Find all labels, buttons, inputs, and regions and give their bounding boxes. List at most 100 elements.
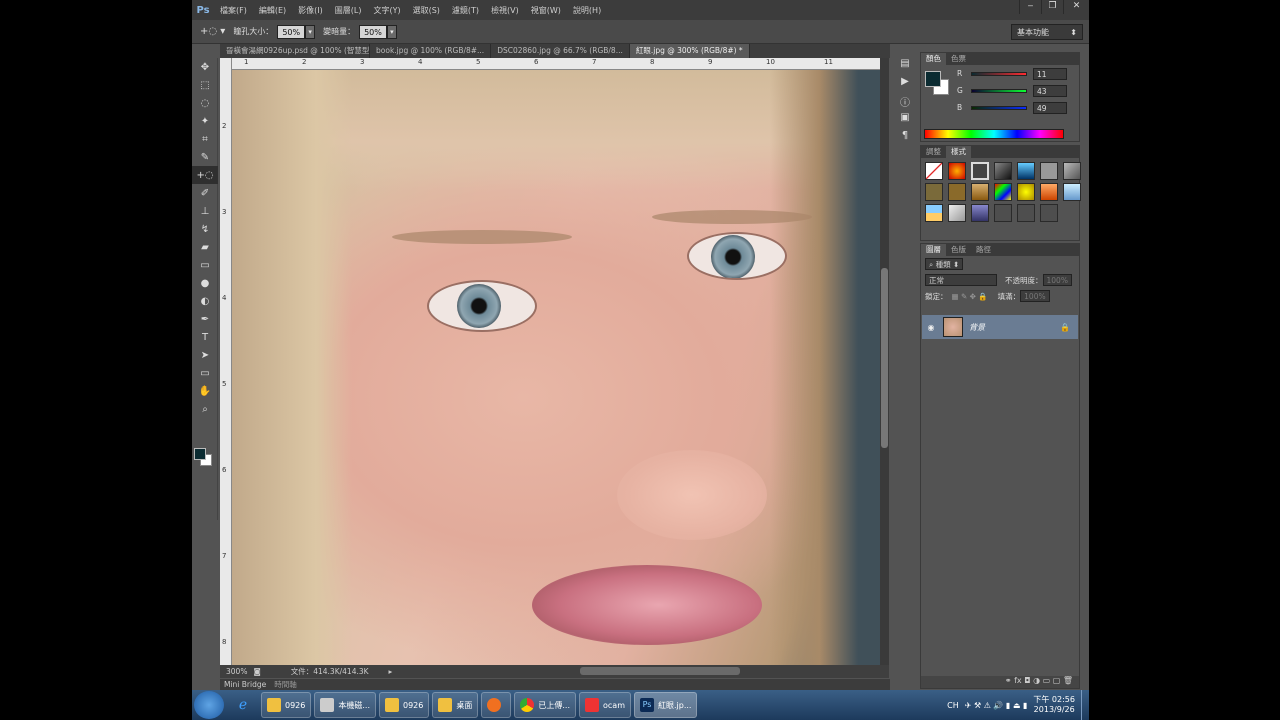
hand-tool-icon[interactable]: ✋ xyxy=(192,382,218,400)
mask-icon[interactable]: ◘ xyxy=(1024,676,1030,685)
tab-document-book[interactable]: book.jpg @ 100% (RGB/8#... xyxy=(370,44,492,58)
gradient-tool-icon[interactable]: ▭ xyxy=(192,256,218,274)
close-button[interactable]: ✕ xyxy=(1063,0,1089,14)
lasso-tool-icon[interactable]: ◌ xyxy=(192,94,218,112)
color-spectrum-bar[interactable] xyxy=(924,129,1064,139)
restore-button[interactable]: ❐ xyxy=(1041,0,1063,14)
info-panel-icon[interactable]: ⓘ xyxy=(893,94,917,112)
style-swatch[interactable] xyxy=(994,204,1012,222)
workspace-select[interactable]: 基本功能 ⬍ xyxy=(1011,24,1083,40)
darken-amount-input[interactable]: 50% xyxy=(359,24,387,39)
tab-adjustments[interactable]: 調整 xyxy=(921,146,946,158)
minimize-button[interactable]: ‒ xyxy=(1019,0,1041,14)
style-swatch[interactable] xyxy=(971,204,989,222)
fx-icon[interactable]: fx xyxy=(1014,676,1022,685)
dodge-tool-icon[interactable]: ◐ xyxy=(192,292,218,310)
taskbar-item-0926-b[interactable]: 0926 xyxy=(379,692,430,718)
eyedropper-tool-icon[interactable]: ✎ xyxy=(192,148,218,166)
horizontal-scrollbar-thumb[interactable] xyxy=(580,667,740,675)
adjustment-icon[interactable]: ◑ xyxy=(1033,676,1040,685)
tab-document-dsc[interactable]: DSC02860.jpg @ 66.7% (RGB/8... xyxy=(491,44,630,58)
blend-mode-select[interactable]: 正常 xyxy=(925,274,997,286)
taskbar-item-drive[interactable]: 本機磁... xyxy=(314,692,376,718)
zoom-tool-icon[interactable]: ⌕ xyxy=(192,400,218,418)
menu-help[interactable]: 說明(H) xyxy=(567,5,607,16)
style-swatch[interactable] xyxy=(1017,204,1035,222)
taskbar-item-chrome[interactable]: 已上傳... xyxy=(514,692,576,718)
menu-image[interactable]: 影像(I) xyxy=(292,5,329,16)
crop-tool-icon[interactable]: ⌗ xyxy=(192,130,218,148)
link-layers-icon[interactable]: ⚭ xyxy=(1005,676,1012,685)
menu-file[interactable]: 檔案(F) xyxy=(214,5,253,16)
menu-view[interactable]: 檢視(V) xyxy=(485,5,525,16)
style-swatch[interactable] xyxy=(1040,204,1058,222)
green-input[interactable]: 43 xyxy=(1033,84,1067,97)
style-swatch[interactable] xyxy=(948,162,966,180)
tab-document-redeye[interactable]: 紅眼.jpg @ 300% (RGB/8#) * xyxy=(629,44,750,58)
redeye-tool-icon-button[interactable]: +◌ xyxy=(192,166,218,184)
paragraph-panel-icon[interactable]: ¶ xyxy=(893,130,917,148)
layer-filter-select[interactable]: ⌕ 種類 ⬍ xyxy=(925,258,964,270)
tab-channels[interactable]: 色版 xyxy=(946,244,971,256)
shape-tool-icon[interactable]: ▭ xyxy=(192,364,218,382)
type-tool-icon[interactable]: T xyxy=(192,328,218,346)
menu-window[interactable]: 視窗(W) xyxy=(525,5,567,16)
menu-edit[interactable]: 編輯(E) xyxy=(253,5,292,16)
marquee-tool-icon[interactable]: ⬚ xyxy=(192,76,218,94)
menu-type[interactable]: 文字(Y) xyxy=(367,5,406,16)
opacity-input[interactable]: 100% xyxy=(1042,274,1072,286)
zoom-level[interactable]: 300% xyxy=(220,667,253,676)
document-canvas[interactable] xyxy=(232,70,880,665)
blue-input[interactable]: 49 xyxy=(1033,101,1067,114)
green-slider[interactable] xyxy=(971,88,1027,93)
style-swatch[interactable] xyxy=(994,162,1012,180)
tab-document-psd[interactable]: 晉橫會湯網0926up.psd @ 100% (智慧型圖層, CMYK/8... xyxy=(220,44,370,58)
clock[interactable]: 下午 02:56 2013/9/26 xyxy=(1033,695,1075,715)
scrollbar-thumb[interactable] xyxy=(881,268,888,448)
tab-styles[interactable]: 樣式 xyxy=(946,146,971,158)
redeye-tool-icon[interactable]: +◌ ▾ xyxy=(200,26,225,37)
history-panel-icon[interactable]: ▤ xyxy=(893,58,917,76)
style-swatch[interactable] xyxy=(925,162,943,180)
tab-layers[interactable]: 圖層 xyxy=(921,244,946,256)
style-swatch[interactable] xyxy=(925,183,943,201)
style-swatch[interactable] xyxy=(971,162,989,180)
style-swatch[interactable] xyxy=(1040,183,1058,201)
new-layer-icon[interactable]: ▢ xyxy=(1053,676,1061,685)
path-select-tool-icon[interactable]: ➤ xyxy=(192,346,218,364)
eye-icon[interactable]: ◉ xyxy=(922,323,940,332)
tab-swatches[interactable]: 色票 xyxy=(946,53,971,65)
blue-slider[interactable] xyxy=(971,105,1027,110)
menu-layer[interactable]: 圖層(L) xyxy=(329,5,368,16)
status-menu-icon[interactable]: ◙ xyxy=(253,667,260,676)
properties-panel-icon[interactable]: ▣ xyxy=(893,112,917,130)
history-brush-tool-icon[interactable]: ↯ xyxy=(192,220,218,238)
start-button[interactable] xyxy=(194,691,224,719)
trash-icon[interactable]: 🗑 xyxy=(1063,676,1073,685)
fill-input[interactable]: 100% xyxy=(1020,290,1050,302)
ime-indicator[interactable]: CH xyxy=(947,701,959,710)
lock-icons[interactable]: ▦ ✎ ✥ 🔒 xyxy=(952,292,988,301)
stamp-tool-icon[interactable]: ⊥ xyxy=(192,202,218,220)
style-swatch[interactable] xyxy=(1017,183,1035,201)
style-swatch[interactable] xyxy=(971,183,989,201)
group-icon[interactable]: ▭ xyxy=(1043,676,1051,685)
style-swatch[interactable] xyxy=(1063,183,1081,201)
style-swatch[interactable] xyxy=(1063,162,1081,180)
blur-tool-icon[interactable]: ● xyxy=(192,274,218,292)
move-tool-icon[interactable]: ✥ xyxy=(192,58,218,76)
vertical-scrollbar[interactable] xyxy=(880,58,889,665)
taskbar-item-ocam[interactable]: ocam xyxy=(579,692,631,718)
style-swatch[interactable] xyxy=(948,204,966,222)
taskbar-item-photoshop[interactable]: Ps 紅眼.jp... xyxy=(634,692,698,718)
taskbar-item-media[interactable] xyxy=(481,692,512,718)
foreground-color-swatch[interactable] xyxy=(194,448,206,460)
pupil-size-dropdown[interactable]: ▾ xyxy=(305,24,316,39)
status-arrow-icon[interactable]: ▸ xyxy=(389,667,393,676)
red-input[interactable]: 11 xyxy=(1033,67,1067,80)
pupil-size-input[interactable]: 50% xyxy=(277,24,306,39)
tab-paths[interactable]: 路徑 xyxy=(971,244,996,256)
panel-foreground-swatch[interactable] xyxy=(925,71,941,87)
tab-color[interactable]: 顏色 xyxy=(921,53,946,65)
brush-tool-icon[interactable]: ✐ xyxy=(192,184,218,202)
